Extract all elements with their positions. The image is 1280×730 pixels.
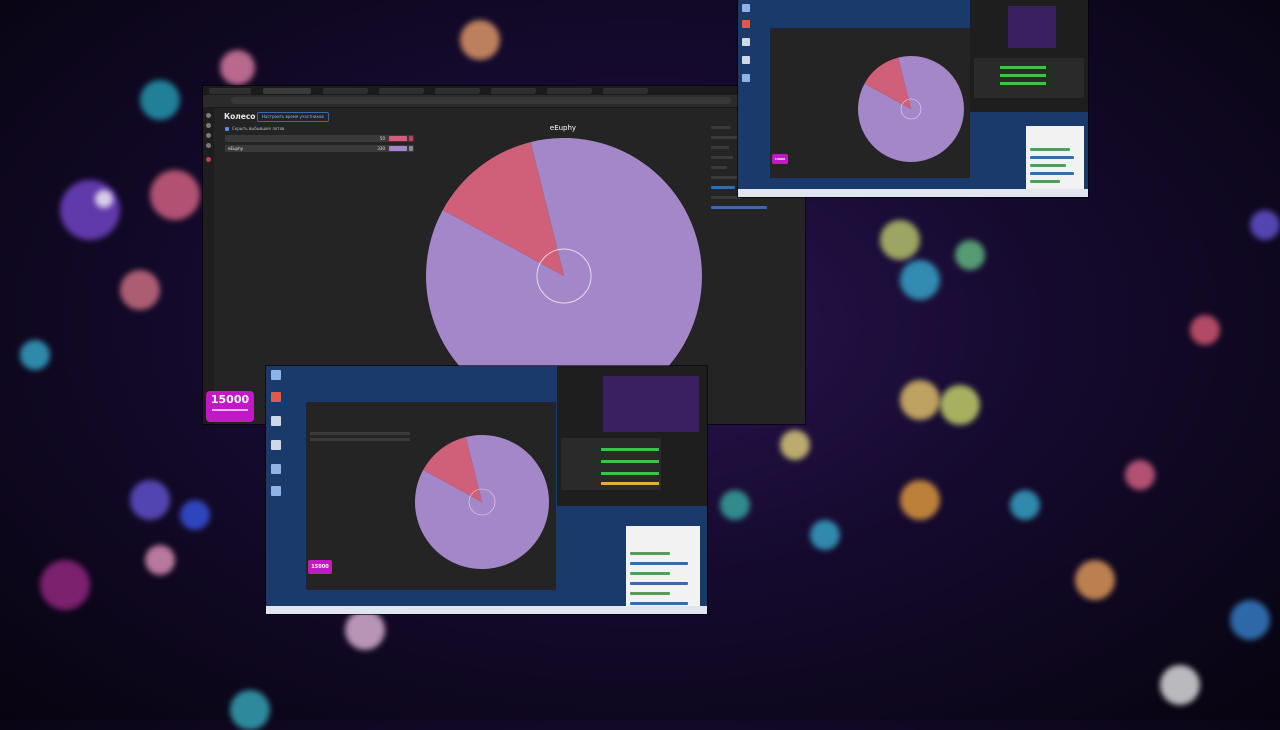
sidebar-icon[interactable]: [206, 113, 211, 118]
delete-lot-button[interactable]: [409, 136, 413, 141]
chat-window: [626, 526, 700, 608]
browser-tab[interactable]: [379, 88, 424, 94]
lot-row[interactable]: eEuphy 330: [225, 145, 414, 152]
desktop-icon: [742, 56, 750, 64]
sidebar-icon[interactable]: [206, 133, 211, 138]
mini-promo-badge: 15000: [772, 154, 788, 164]
participant-time-button[interactable]: Настроить время участников: [257, 112, 329, 122]
lot-color-chip: [389, 136, 407, 141]
delete-lot-button[interactable]: [409, 146, 413, 151]
desktop-icon: [271, 464, 281, 474]
chat-window: [1026, 126, 1084, 190]
wheel-pointer-icon: [561, 138, 571, 148]
nested-screen-capture: 15000: [266, 366, 707, 614]
browser-tab-active[interactable]: [263, 88, 311, 94]
wheel-winner-label: eEuphy: [549, 124, 577, 132]
desktop-icon: [271, 370, 281, 380]
browser-tab[interactable]: [603, 88, 648, 94]
browser-tab[interactable]: [547, 88, 592, 94]
desktop-icon: [271, 486, 281, 496]
desktop-icon: [271, 416, 281, 426]
browser-tab[interactable]: [323, 88, 368, 94]
lot-color-chip: [389, 146, 407, 151]
sidebar-icon[interactable]: [206, 123, 211, 128]
desktop-icon: [271, 440, 281, 450]
sidebar: [203, 107, 214, 424]
url-input[interactable]: [231, 97, 731, 104]
address-bar: [203, 95, 805, 108]
wheel-hub: [536, 248, 592, 304]
lot-name: eEuphy: [228, 146, 243, 151]
page-title: Колесо: [224, 112, 256, 121]
browser-tab[interactable]: [435, 88, 480, 94]
hide-eliminated-label: Скрыть выбывших лотов: [232, 126, 285, 131]
nested-browser: 15000: [770, 28, 970, 178]
desktop-icon: [271, 392, 281, 402]
hide-eliminated-checkbox[interactable]: [225, 127, 229, 131]
browser-tab[interactable]: [209, 88, 251, 94]
sidebar-icon[interactable]: [206, 157, 211, 162]
lot-value: 50: [379, 136, 385, 141]
mini-wheel: [858, 56, 964, 162]
mini-wheel: [415, 435, 549, 569]
browser-tab-strip: [203, 86, 805, 95]
promo-number: 15000: [210, 393, 250, 406]
obs-window: [557, 366, 707, 506]
lot-row[interactable]: 50: [225, 135, 414, 142]
sidebar-icon[interactable]: [206, 143, 211, 148]
desktop-icon: [742, 4, 750, 12]
wheel-slice: [442, 142, 564, 276]
desktop-icon: [742, 74, 750, 82]
promo-badge: 15000: [206, 391, 254, 422]
taskbar: [738, 189, 1088, 197]
browser-tab[interactable]: [491, 88, 536, 94]
taskbar: [266, 606, 707, 614]
mini-promo-badge: 15000: [308, 560, 332, 574]
nested-screen-capture: 15000: [738, 0, 1088, 197]
lot-value: 330: [377, 146, 385, 151]
nested-browser: 15000: [306, 402, 556, 590]
desktop-icon: [742, 20, 750, 28]
desktop-icon: [742, 38, 750, 46]
obs-window: [970, 0, 1088, 112]
